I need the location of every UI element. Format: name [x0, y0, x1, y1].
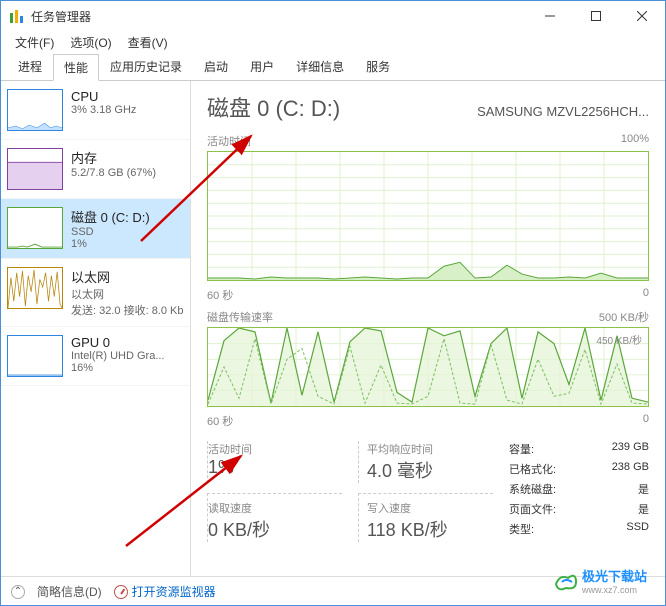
info-capacity-value: 239 GB — [612, 441, 649, 457]
activity-chart — [207, 151, 649, 281]
gpu-thumb-graph — [7, 335, 63, 377]
chart2-max: 500 KB/秒 — [599, 309, 649, 325]
memory-thumb-graph — [7, 148, 63, 190]
info-pagefile-label: 页面文件: — [509, 501, 556, 517]
sidebar-item-gpu[interactable]: GPU 0 Intel(R) UHD Gra... 16% — [1, 327, 190, 386]
watermark: 极光下载站 www.xz7.com — [552, 566, 647, 595]
device-model: SAMSUNG MZVL2256HCH... — [477, 104, 649, 119]
close-button[interactable] — [619, 1, 665, 31]
stat-active-label: 活动时间 — [208, 441, 342, 457]
monitor-icon — [114, 585, 128, 599]
tab-services[interactable]: 服务 — [355, 53, 401, 80]
info-type-label: 类型: — [509, 521, 534, 537]
sidebar-item-label: 以太网 — [71, 267, 184, 286]
performance-sidebar: CPU 3% 3.18 GHz 内存 5.2/7.8 GB (67%) 磁盘 0… — [1, 81, 191, 576]
sidebar-item-label: GPU 0 — [71, 335, 184, 350]
menu-file[interactable]: 文件(F) — [9, 32, 60, 53]
sidebar-item-label: CPU — [71, 89, 184, 104]
info-formatted-label: 已格式化: — [509, 461, 556, 477]
sidebar-item-sub2: 1% — [71, 238, 184, 250]
sidebar-item-sub: 以太网 — [71, 286, 184, 302]
info-formatted-value: 238 GB — [612, 461, 649, 477]
tab-history[interactable]: 应用历史记录 — [99, 53, 193, 80]
tab-startup[interactable]: 启动 — [193, 53, 239, 80]
tab-performance[interactable]: 性能 — [53, 54, 99, 81]
stat-resp-value: 4.0 毫秒 — [367, 457, 493, 483]
tab-details[interactable]: 详细信息 — [285, 53, 355, 80]
chart1-xleft: 60 秒 — [207, 287, 233, 303]
stat-write-label: 写入速度 — [367, 500, 493, 516]
minimize-button[interactable] — [527, 1, 573, 31]
window-title: 任务管理器 — [31, 8, 527, 25]
watermark-icon — [552, 570, 578, 592]
info-system-label: 系统磁盘: — [509, 481, 556, 497]
chart2-label: 磁盘传输速率 — [207, 309, 273, 325]
chart1-max: 100% — [621, 133, 649, 149]
info-capacity-label: 容量: — [509, 441, 534, 457]
info-type-value: SSD — [626, 521, 649, 537]
main-pane: 磁盘 0 (C: D:) SAMSUNG MZVL2256HCH... 活动时间… — [191, 81, 665, 576]
page-title: 磁盘 0 (C: D:) — [207, 91, 340, 123]
stat-read-label: 读取速度 — [208, 500, 342, 516]
tab-processes[interactable]: 进程 — [7, 53, 53, 80]
app-icon — [9, 8, 25, 24]
cpu-thumb-graph — [7, 89, 63, 131]
menu-bar: 文件(F) 选项(O) 查看(V) — [1, 31, 665, 53]
stat-read-value: 0 KB/秒 — [208, 516, 342, 542]
tab-users[interactable]: 用户 — [239, 53, 285, 80]
sidebar-item-sub: SSD — [71, 226, 184, 238]
stat-resp-label: 平均响应时间 — [367, 441, 493, 457]
chart1-label: 活动时间 — [207, 133, 251, 149]
info-system-value: 是 — [638, 481, 649, 497]
disk-thumb-graph — [7, 207, 63, 249]
stats-area: 活动时间 1% 平均响应时间 4.0 毫秒 读取速度 0 KB/秒 写入速度 1… — [207, 441, 649, 542]
transfer-chart: 450 KB/秒 — [207, 327, 649, 407]
info-pagefile-value: 是 — [638, 501, 649, 517]
sidebar-item-sub: 5.2/7.8 GB (67%) — [71, 167, 184, 179]
sidebar-item-disk[interactable]: 磁盘 0 (C: D:) SSD 1% — [1, 199, 190, 259]
menu-view[interactable]: 查看(V) — [122, 32, 174, 53]
maximize-button[interactable] — [573, 1, 619, 31]
sidebar-item-label: 内存 — [71, 148, 184, 167]
chart1-xright: 0 — [643, 287, 649, 303]
sidebar-item-memory[interactable]: 内存 5.2/7.8 GB (67%) — [1, 140, 190, 199]
sidebar-item-label: 磁盘 0 (C: D:) — [71, 207, 184, 226]
tab-strip: 进程 性能 应用历史记录 启动 用户 详细信息 服务 — [1, 53, 665, 81]
sidebar-item-sub2: 发送: 32.0 接收: 8.0 Kb — [71, 302, 184, 318]
sidebar-item-sub: Intel(R) UHD Gra... — [71, 350, 184, 362]
window-titlebar: 任务管理器 — [1, 1, 665, 31]
stat-write-value: 118 KB/秒 — [367, 516, 493, 542]
chart2-xright: 0 — [643, 413, 649, 429]
sidebar-item-cpu[interactable]: CPU 3% 3.18 GHz — [1, 81, 190, 140]
menu-options[interactable]: 选项(O) — [64, 32, 117, 53]
sidebar-item-sub: 3% 3.18 GHz — [71, 104, 184, 116]
resource-monitor-label: 打开资源监视器 — [132, 583, 216, 600]
brief-info-link[interactable]: 简略信息(D) — [37, 583, 102, 600]
resource-monitor-link[interactable]: 打开资源监视器 — [114, 583, 216, 600]
sidebar-item-ethernet[interactable]: 以太网 以太网 发送: 32.0 接收: 8.0 Kb — [1, 259, 190, 327]
stat-active-value: 1% — [208, 457, 342, 478]
watermark-site: 极光下载站 — [582, 566, 647, 585]
chevron-up-icon[interactable]: ⌃ — [11, 585, 25, 599]
chart2-inner-label: 450 KB/秒 — [596, 332, 642, 347]
chart2-xleft: 60 秒 — [207, 413, 233, 429]
window-controls — [527, 1, 665, 31]
ethernet-thumb-graph — [7, 267, 63, 309]
content-area: CPU 3% 3.18 GHz 内存 5.2/7.8 GB (67%) 磁盘 0… — [1, 81, 665, 576]
sidebar-item-sub2: 16% — [71, 362, 184, 374]
watermark-url: www.xz7.com — [582, 585, 647, 595]
